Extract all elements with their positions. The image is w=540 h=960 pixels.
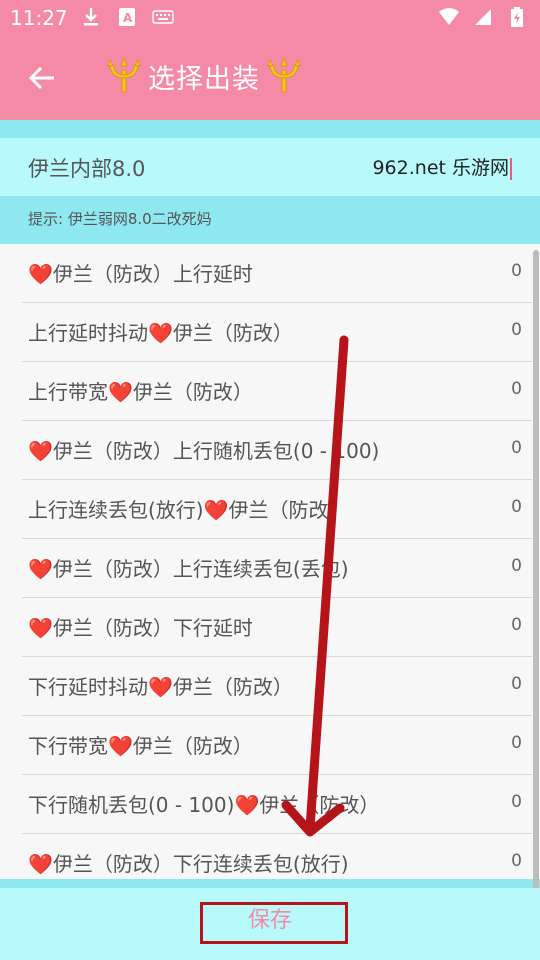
item-label-prefix: 下行延时抖动 bbox=[28, 675, 148, 699]
heart-icon: ❤️ bbox=[28, 557, 53, 581]
config-name: 伊兰内部8.0 bbox=[28, 157, 146, 181]
list-item[interactable]: 下行带宽❤️伊兰（防改） 0 bbox=[22, 716, 532, 775]
item-label-suffix: 伊兰（防改）上行随机丢包(0 - 100) bbox=[52, 439, 380, 463]
item-label-suffix: 伊兰（防改）上行延时 bbox=[52, 262, 253, 286]
scrollbar[interactable] bbox=[533, 250, 539, 890]
item-label: 下行带宽❤️伊兰（防改） bbox=[28, 730, 253, 759]
heart-icon: ❤️ bbox=[28, 616, 53, 640]
list-item[interactable]: 下行延时抖动❤️伊兰（防改） 0 bbox=[22, 657, 532, 716]
item-label-suffix: 伊兰（防改） bbox=[172, 675, 293, 699]
status-time: 11:27 bbox=[10, 6, 68, 30]
item-label-suffix: 伊兰（防改）下行连续丢包(放行) bbox=[52, 852, 349, 876]
item-value: 0 bbox=[511, 851, 522, 871]
item-label: 下行延时抖动❤️伊兰（防改） bbox=[28, 671, 293, 700]
item-label-suffix: 伊兰（防改）上行连续丢包(丢包) bbox=[52, 557, 349, 581]
item-label: 下行随机丢包(0 - 100)❤️伊兰（防改） bbox=[28, 789, 379, 818]
item-value: 0 bbox=[511, 438, 522, 458]
settings-list[interactable]: ❤️伊兰（防改）上行延时 0 上行延时抖动❤️伊兰（防改） 0 上行带宽❤️伊兰（防改）… bbox=[0, 244, 540, 879]
item-label-suffix: 伊兰（防改） bbox=[228, 498, 349, 522]
item-value: 0 bbox=[511, 556, 522, 576]
list-item[interactable]: ❤️伊兰（防改）上行连续丢包(丢包) 0 bbox=[22, 539, 532, 598]
item-value: 0 bbox=[511, 497, 522, 517]
item-label: ❤️伊兰（防改）下行延时 bbox=[28, 612, 253, 641]
item-value: 0 bbox=[511, 674, 522, 694]
download-icon bbox=[80, 6, 102, 28]
trident-icon bbox=[264, 56, 304, 96]
heart-icon: ❤️ bbox=[28, 852, 53, 876]
item-value: 0 bbox=[511, 261, 522, 281]
heart-icon: ❤️ bbox=[28, 262, 53, 286]
trident-icon bbox=[104, 56, 144, 96]
watermark-text: 962.net 乐游网 bbox=[372, 153, 512, 180]
heart-icon: ❤️ bbox=[148, 321, 173, 345]
title-group: 选择出装 bbox=[104, 56, 304, 96]
signal-icon bbox=[472, 6, 494, 28]
heart-icon: ❤️ bbox=[203, 498, 229, 522]
item-label: ❤️伊兰（防改）上行随机丢包(0 - 100) bbox=[28, 435, 379, 464]
item-value: 0 bbox=[511, 379, 522, 399]
list-item[interactable]: 上行带宽❤️伊兰（防改） 0 bbox=[22, 362, 532, 421]
item-label-prefix: 下行带宽 bbox=[28, 734, 108, 758]
list-item[interactable]: ❤️伊兰（防改）上行随机丢包(0 - 100) 0 bbox=[22, 421, 532, 480]
item-label: 上行延时抖动❤️伊兰（防改） bbox=[28, 317, 293, 346]
heart-icon: ❤️ bbox=[234, 793, 260, 817]
list-item[interactable]: ❤️伊兰（防改）下行连续丢包(放行) 0 bbox=[22, 834, 532, 879]
annotation-box bbox=[200, 902, 348, 944]
item-label: ❤️伊兰（防改）上行连续丢包(丢包) bbox=[28, 553, 349, 582]
heart-icon: ❤️ bbox=[108, 734, 133, 758]
list-item[interactable]: 上行连续丢包(放行)❤️伊兰（防改） 0 bbox=[22, 480, 532, 539]
item-label: 上行带宽❤️伊兰（防改） bbox=[28, 376, 253, 405]
battery-icon bbox=[506, 6, 528, 28]
item-value: 0 bbox=[511, 320, 522, 340]
item-label-suffix: 伊兰（防改）下行延时 bbox=[52, 616, 253, 640]
item-label-prefix: 上行延时抖动 bbox=[28, 321, 148, 345]
item-value: 0 bbox=[511, 792, 522, 812]
page-title: 选择出装 bbox=[148, 63, 260, 95]
wifi-icon bbox=[438, 6, 460, 28]
item-label-prefix: 上行带宽 bbox=[28, 380, 108, 404]
heart-icon: ❤️ bbox=[148, 675, 173, 699]
status-bar: 11:27 A bbox=[0, 0, 540, 36]
list-item[interactable]: 上行延时抖动❤️伊兰（防改） 0 bbox=[22, 303, 532, 362]
list-item[interactable]: ❤️伊兰（防改）下行延时 0 bbox=[22, 598, 532, 657]
main-panel: 伊兰内部8.0 962.net 乐游网 提示: 伊兰弱网8.0二改死妈 ❤️伊兰… bbox=[0, 120, 540, 960]
item-label-suffix: 伊兰（防改） bbox=[259, 793, 380, 817]
a-badge-icon: A bbox=[116, 6, 138, 28]
keyboard-icon bbox=[152, 6, 174, 28]
item-label-suffix: 伊兰（防改） bbox=[132, 734, 253, 758]
item-value: 0 bbox=[511, 733, 522, 753]
item-label-prefix: 下行随机丢包(0 - 100) bbox=[28, 793, 235, 817]
hint-text: 提示: 伊兰弱网8.0二改死妈 bbox=[28, 210, 212, 228]
back-button[interactable] bbox=[24, 60, 60, 96]
arrow-left-icon bbox=[28, 66, 54, 90]
item-label-suffix: 伊兰（防改） bbox=[172, 321, 293, 345]
item-label-prefix: 上行连续丢包(放行) bbox=[28, 498, 204, 522]
heart-icon: ❤️ bbox=[108, 380, 133, 404]
config-header[interactable]: 伊兰内部8.0 962.net 乐游网 bbox=[0, 138, 540, 196]
item-value: 0 bbox=[511, 615, 522, 635]
text-cursor bbox=[510, 157, 512, 180]
list-item[interactable]: ❤️伊兰（防改）上行延时 0 bbox=[22, 244, 532, 303]
item-label: ❤️伊兰（防改）上行延时 bbox=[28, 258, 253, 287]
svg-text:A: A bbox=[123, 11, 133, 25]
item-label-suffix: 伊兰（防改） bbox=[132, 380, 253, 404]
list-item[interactable]: 下行随机丢包(0 - 100)❤️伊兰（防改） 0 bbox=[22, 775, 532, 834]
heart-icon: ❤️ bbox=[28, 439, 53, 463]
item-label: 上行连续丢包(放行)❤️伊兰（防改） bbox=[28, 494, 349, 523]
item-label: ❤️伊兰（防改）下行连续丢包(放行) bbox=[28, 848, 349, 877]
app-bar: 选择出装 bbox=[0, 36, 540, 120]
